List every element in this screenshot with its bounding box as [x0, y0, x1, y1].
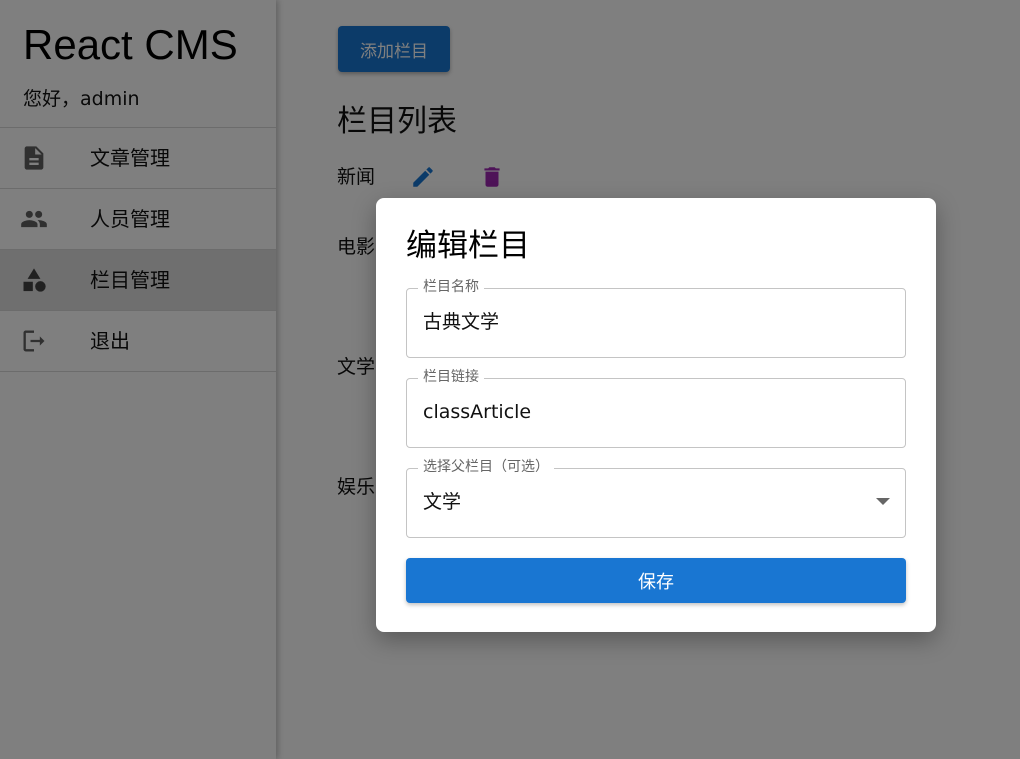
field-label: 选择父栏目（可选）	[418, 458, 554, 476]
dialog-title: 编辑栏目	[406, 228, 530, 264]
category-name-field: 栏目名称	[406, 278, 906, 358]
app-root: React CMS 您好，admin 文章管理 人员管理 栏目管理	[0, 0, 1020, 759]
edit-category-dialog: 编辑栏目 栏目名称 栏目链接 选择父栏目（可选） 文学 保存	[376, 198, 936, 632]
chevron-down-icon[interactable]	[876, 498, 890, 505]
category-link-field: 栏目链接	[406, 368, 906, 448]
field-label: 栏目名称	[418, 278, 484, 296]
category-name-input[interactable]	[423, 308, 863, 336]
category-link-input[interactable]	[423, 398, 863, 426]
selected-parent-value: 文学	[423, 491, 462, 513]
save-button[interactable]: 保存	[406, 558, 906, 603]
field-label: 栏目链接	[418, 368, 484, 386]
parent-category-select[interactable]: 选择父栏目（可选） 文学	[406, 458, 906, 538]
